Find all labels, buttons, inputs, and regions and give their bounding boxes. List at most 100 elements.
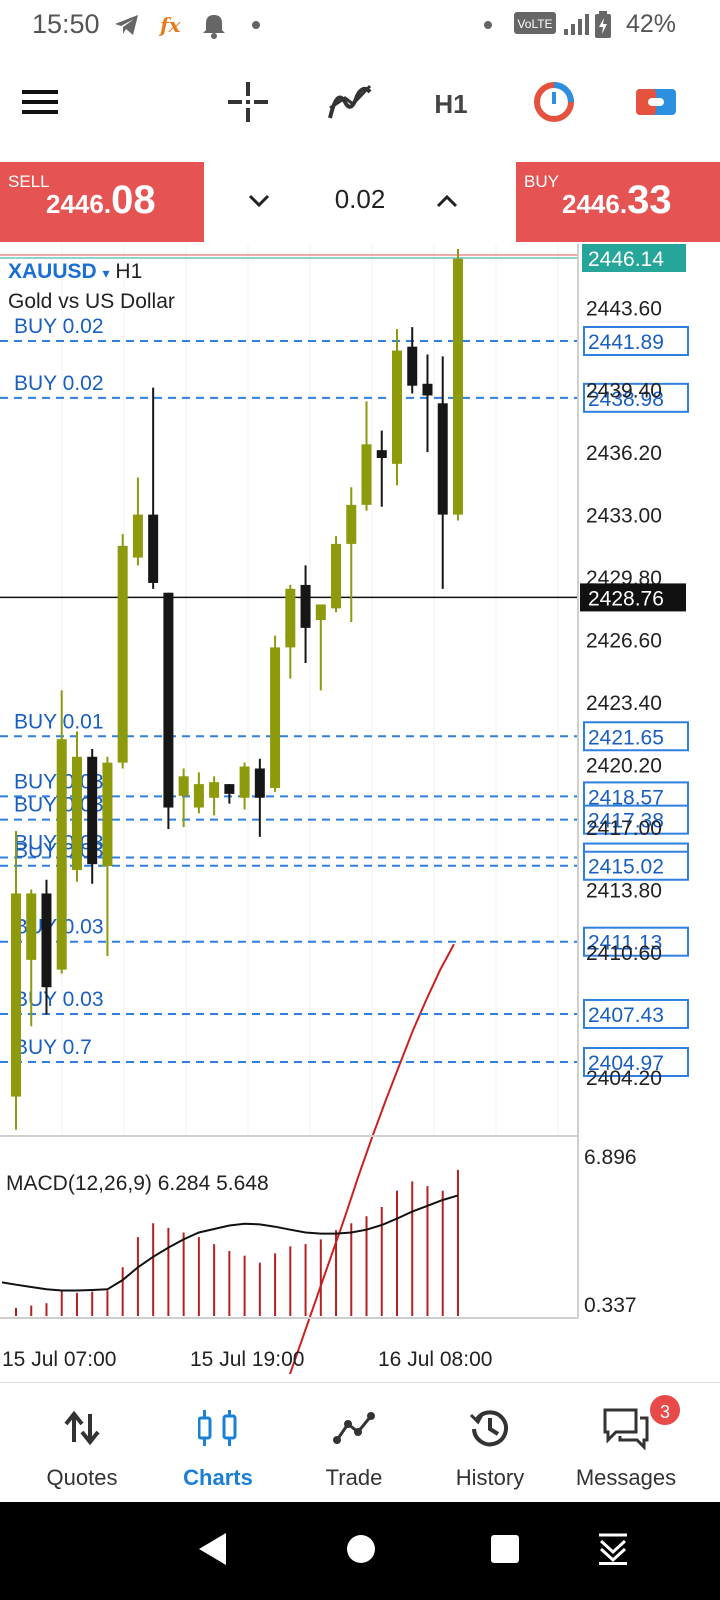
order-label: BUY 0.02 [14,372,104,395]
nav-quotes[interactable]: Quotes [10,1383,154,1503]
candle-body [163,592,174,808]
candle-body [315,604,326,621]
svg-text:VoLTE: VoLTE [517,17,552,31]
toggle-icon [634,85,678,124]
trade-icon [329,1405,379,1451]
nav-label: Trade [325,1465,383,1490]
crosshair-button[interactable] [224,74,272,134]
signal-icon [562,12,592,41]
macd-label: MACD(12,26,9) 6.284 5.648 [6,1172,269,1195]
status-bar: 15:50 fx VoLTE 42% [0,0,720,52]
indicators-icon [327,82,373,127]
lot-increase-button[interactable] [422,178,472,228]
nav-label: Messages [575,1465,677,1490]
home-button[interactable] [336,1526,386,1576]
candle-body [117,545,128,763]
candle-body [178,776,189,796]
candle-body [87,756,98,865]
candle-body [392,350,402,464]
candle-body [331,543,342,609]
battery-percent: 42% [626,10,677,38]
chart-canvas[interactable]: BUY 0.022441.89BUY 0.022438.98BUY 0.0124… [0,244,720,1374]
candle-body [11,893,21,1097]
buy-price-big: 33 [627,178,672,222]
order-label: BUY 0.03 [14,988,104,1011]
order-label: BUY 0.7 [14,1036,92,1059]
order-price-tag: 2421.65 [583,721,689,752]
order-price-text: 2407.43 [588,1004,664,1027]
candle-body [452,258,463,515]
messages-icon [601,1405,651,1451]
symbol-header[interactable]: XAUUSD ▾ H1 [8,260,142,284]
macd-min-label: 0.337 [584,1294,637,1317]
chart-timeframe: H1 [115,260,143,283]
price-chart[interactable]: BUY 0.02 2441.89 BUY 0.02 2438.98 BUY 0.01 24… [0,244,720,1374]
order-price-text: 2441.89 [588,331,664,354]
recents-button[interactable] [480,1526,530,1576]
order-label: BUY 0.02 [14,315,104,338]
symbol-dropdown-icon: ▾ [102,265,110,281]
buy-button[interactable]: BUY 2446.33 [516,162,720,242]
time-label: 16 Jul 08:00 [378,1348,493,1371]
buy-label: BUY [524,172,559,191]
price-axis-label: 2426.60 [586,630,662,653]
candle-body [239,766,250,798]
candle-body [254,768,265,798]
home-icon [345,1533,377,1570]
nav-label: Quotes [46,1465,118,1490]
system-navigation-bar [0,1502,720,1600]
svg-text:fx: fx [158,13,182,37]
charts-icon [193,1405,243,1451]
candle-body [361,444,372,505]
nav-charts[interactable]: Charts [146,1383,290,1503]
order-price-text: 2421.65 [588,726,664,749]
history-icon [465,1405,515,1451]
notifications-down-icon [596,1532,630,1571]
lot-selector: 0.02 [204,162,516,242]
indicators-button[interactable] [326,74,374,134]
candle-body [376,450,387,458]
candle-body [224,784,235,794]
current-price-tag: 2446.14 [582,244,686,272]
dot-icon [250,18,262,36]
order-label: BUY 0.01 [14,710,104,733]
nav-label: Charts [183,1465,253,1490]
nav-history[interactable]: History [418,1383,562,1503]
price-axis-label: 2443.60 [586,298,662,321]
toggle-button[interactable] [632,74,680,134]
candle-body [407,346,418,386]
current-price-text: 2446.14 [588,248,664,271]
chart-toolbar: H1 [0,60,720,150]
time-label: 15 Jul 07:00 [2,1348,117,1371]
timer-button[interactable] [530,74,578,134]
sell-label: SELL [8,172,50,191]
app-fx-icon: fx [158,10,188,45]
sell-button[interactable]: SELL 2446.08 [0,162,204,242]
status-time: 15:50 [32,9,100,39]
back-button[interactable] [188,1526,238,1576]
one-click-trading-bar: SELL 2446.08 0.02 BUY 2446.33 [0,162,720,242]
timer-icon [532,80,576,129]
nav-label: History [455,1465,525,1490]
menu-icon [20,87,60,122]
candle-body [41,893,52,988]
order-price-tag: 2415.02 [583,850,689,881]
back-icon [196,1531,230,1572]
symbol-name: XAUUSD [8,260,97,283]
timeframe-button[interactable]: H1 [428,74,474,134]
symbol-description: Gold vs US Dollar [8,290,175,313]
price-axis-label: 2439.40 [586,380,662,403]
notifications-down-button[interactable] [588,1526,638,1576]
candle-body [270,647,281,789]
candle-body [56,739,67,970]
dot-icon [482,18,494,36]
candle-body [148,514,159,583]
candle-body [26,893,37,960]
battery-icon [594,11,612,44]
bell-icon [200,10,228,45]
menu-button[interactable] [18,74,62,134]
candle-body [437,403,448,515]
chevron-up-icon [435,193,459,214]
nav-trade[interactable]: Trade [282,1383,426,1503]
crosshair-price-text: 2428.76 [588,587,664,610]
